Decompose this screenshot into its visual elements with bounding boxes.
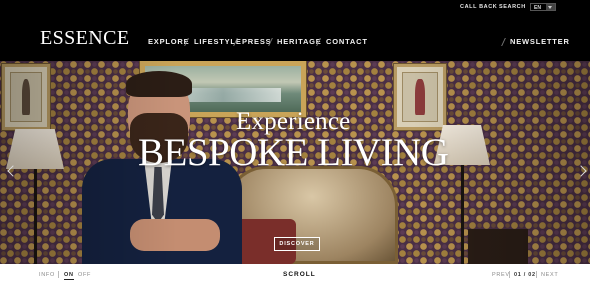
info-label: INFO [39, 272, 55, 278]
nav-press[interactable]: PRESS [242, 37, 271, 46]
footer-divider [536, 271, 537, 278]
nav-contact[interactable]: CONTACT [326, 37, 368, 46]
site-logo[interactable]: ESSENCE [40, 27, 129, 50]
chevron-down-icon [546, 4, 555, 10]
info-off-toggle[interactable]: OFF [78, 272, 91, 278]
info-on-toggle[interactable]: ON [64, 272, 74, 280]
language-code: EN [534, 5, 541, 11]
main-header: ESSENCE EXPLORE LIFESTYLE PRESS HERITAGE… [0, 14, 590, 61]
chevron-left-icon[interactable] [6, 165, 14, 179]
prev-button[interactable]: PREV [492, 272, 510, 278]
footer-divider [509, 271, 510, 278]
language-select[interactable]: EN [530, 3, 556, 11]
next-button[interactable]: NEXT [541, 272, 558, 278]
slide-counter: 01 / 02 [514, 272, 536, 278]
nav-divider [501, 38, 506, 46]
nav-heritage[interactable]: HERITAGE [277, 37, 322, 46]
scroll-indicator[interactable]: SCROLL [283, 271, 316, 278]
newsletter-link[interactable]: NEWSLETTER [510, 37, 570, 46]
hero-banner: Experience BESPOKE LIVING DISCOVER [0, 61, 590, 264]
discover-button[interactable]: DISCOVER [274, 237, 320, 251]
utility-bar: CALL BACK SEARCH EN [0, 0, 590, 14]
nav-explore[interactable]: EXPLORE [148, 37, 189, 46]
footer-bar: INFO ON OFF SCROLL PREV 01 / 02 NEXT [0, 264, 590, 284]
chevron-right-icon[interactable] [578, 165, 586, 179]
footer-divider [58, 271, 59, 278]
hero-headline-large: BESPOKE LIVING [138, 131, 449, 174]
call-back-link[interactable]: CALL BACK [460, 4, 497, 10]
search-link[interactable]: SEARCH [499, 4, 526, 10]
